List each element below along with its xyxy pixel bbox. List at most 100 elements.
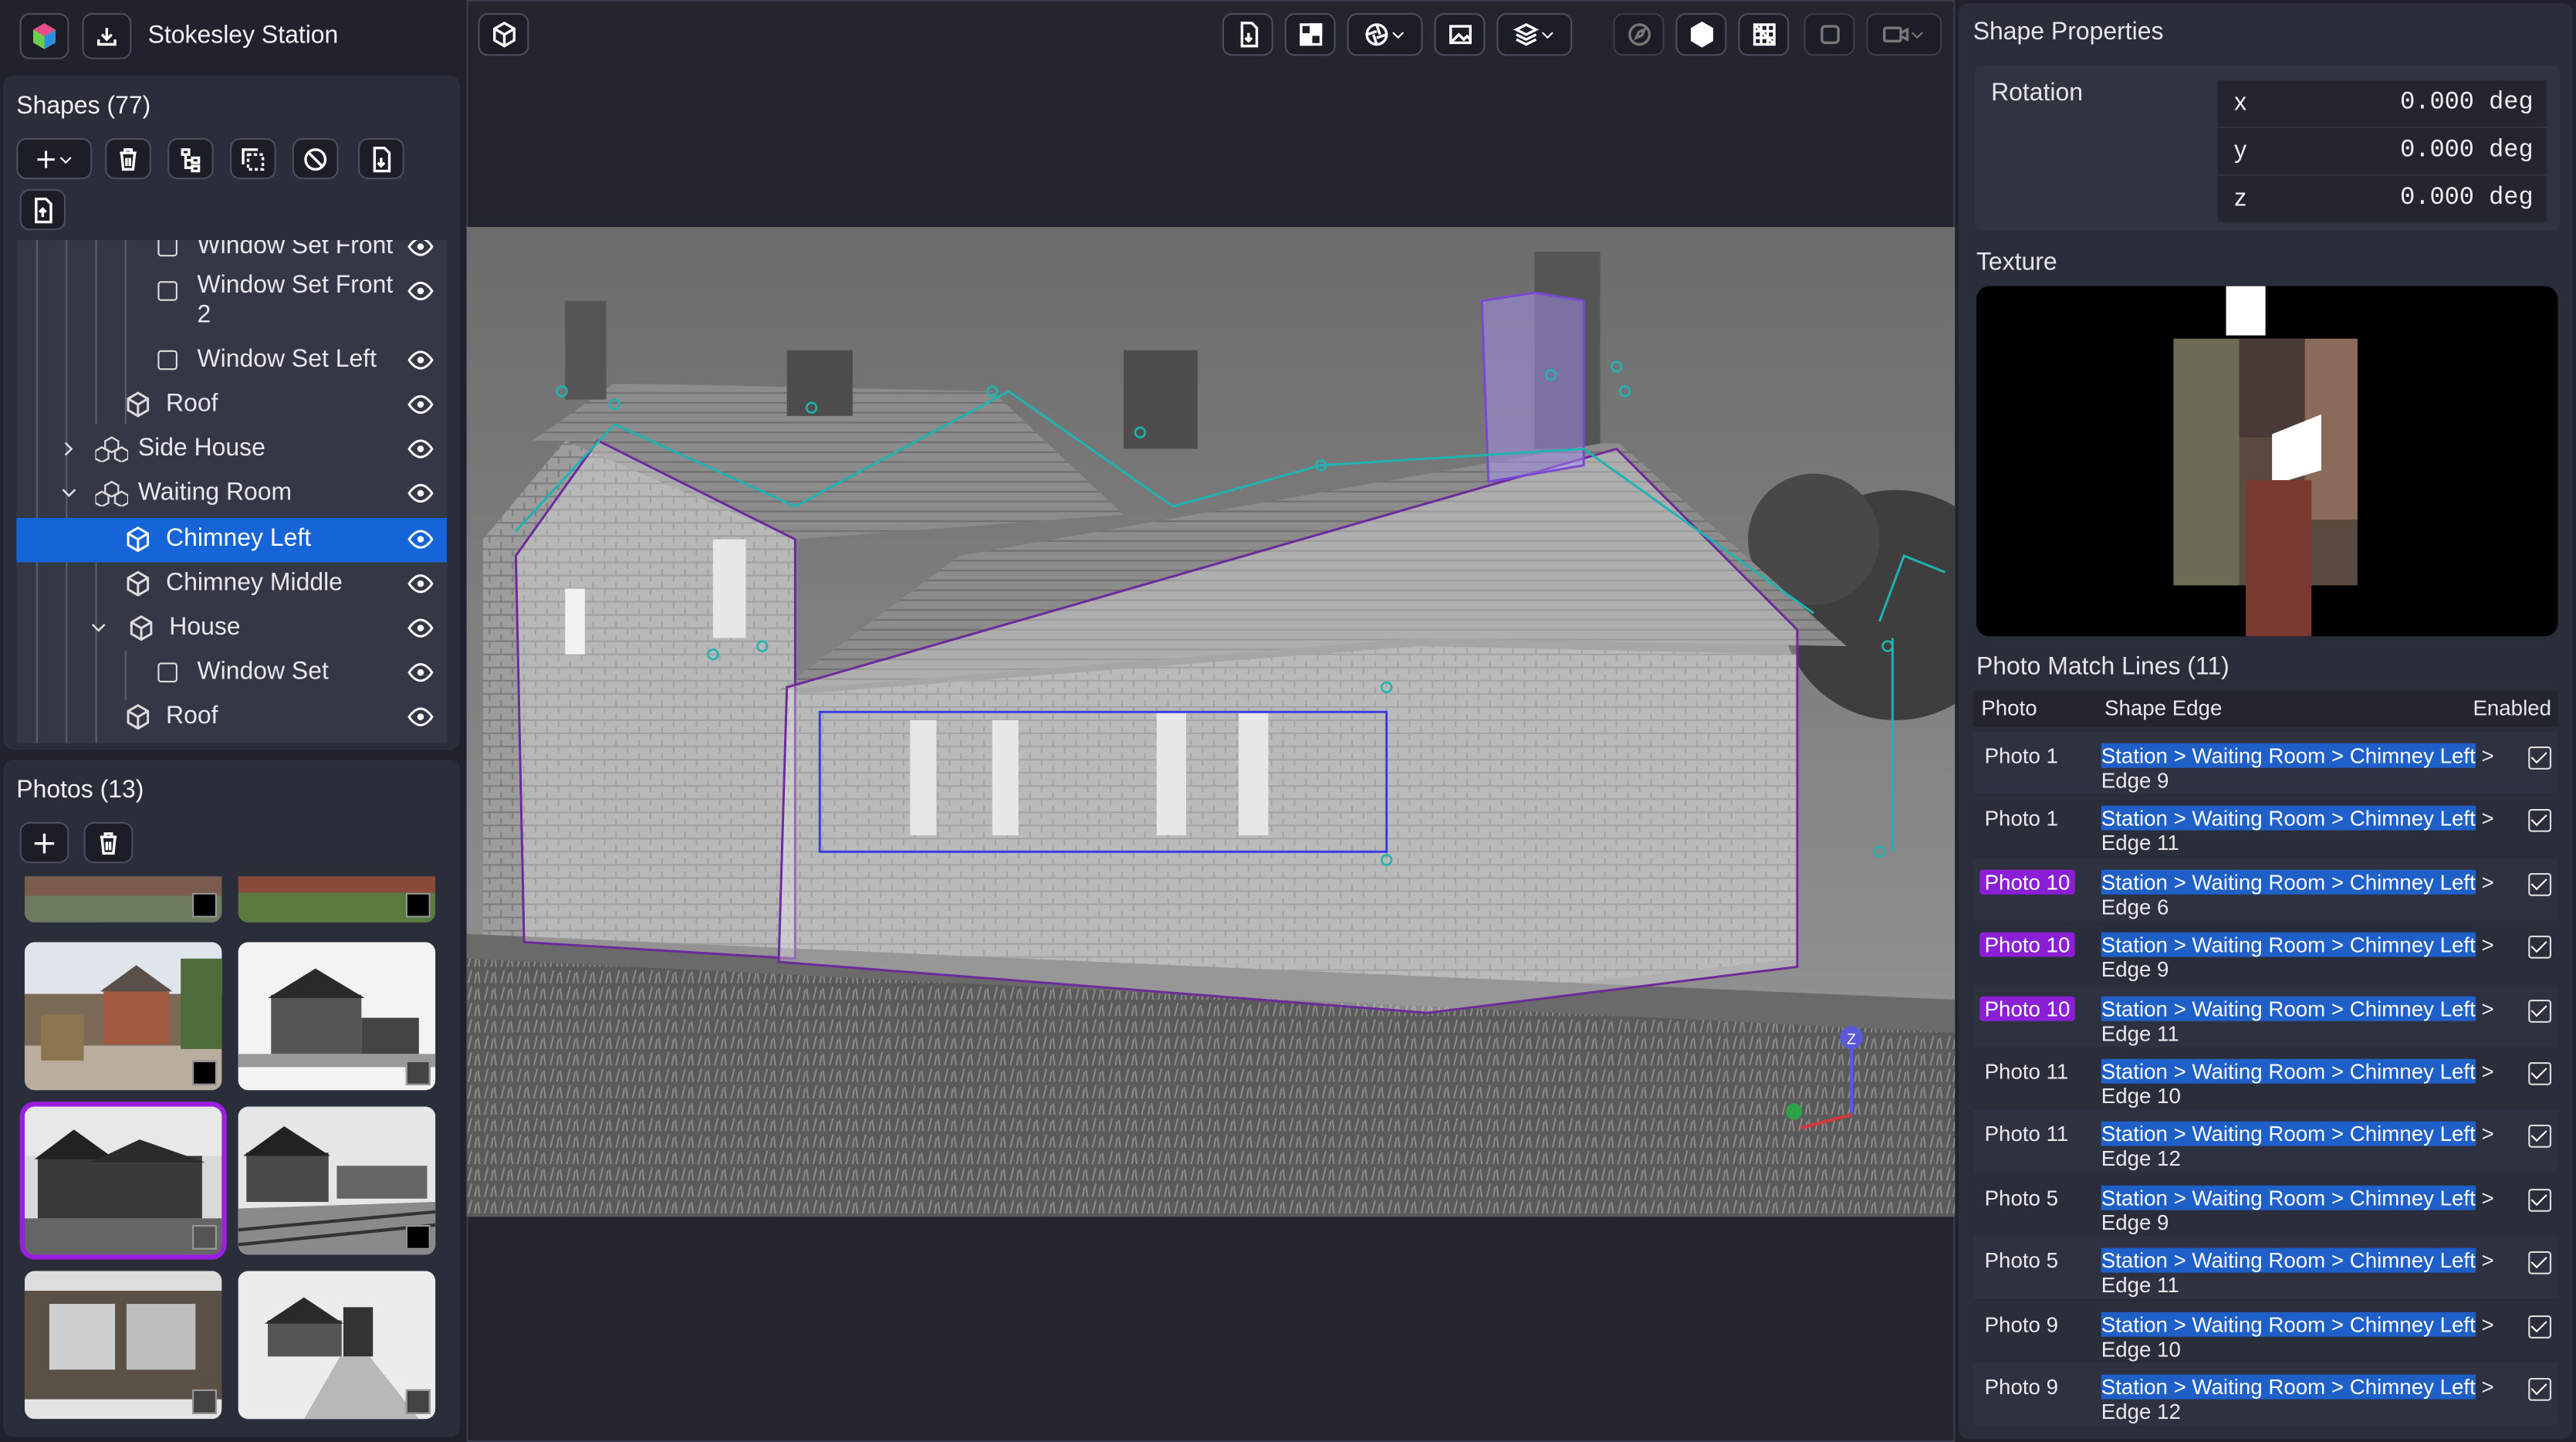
eye-icon[interactable] xyxy=(407,349,434,372)
tree-item-window-set-front[interactable]: Window Set Front xyxy=(16,239,447,269)
pml-photo[interactable]: Photo 10 xyxy=(1979,933,2075,958)
wireframe-view-button[interactable] xyxy=(1738,13,1790,56)
eye-icon[interactable] xyxy=(407,528,434,551)
pml-row[interactable]: Photo 10 Station > Waiting Room > Chimney… xyxy=(1973,984,2558,1047)
pml-row[interactable]: Photo 11 Station > Waiting Room > Chimney… xyxy=(1973,1110,2558,1173)
tree-item-house[interactable]: House xyxy=(16,607,447,652)
pml-photo[interactable]: Photo 11 xyxy=(1979,1122,2074,1146)
rotation-x-field[interactable]: x 0.000 deg xyxy=(2217,80,2547,127)
pml-shape-edge[interactable]: Station > Waiting Room > Chimney Left > E… xyxy=(2101,933,2496,982)
pml-photo[interactable]: Photo 10 xyxy=(1979,995,2075,1021)
pml-row[interactable]: Photo 9 Station > Waiting Room > Chimney … xyxy=(1973,1299,2558,1362)
pml-shape-edge[interactable]: Station > Waiting Room > Chimney Left > E… xyxy=(2101,1248,2496,1298)
pml-shape-edge[interactable]: Station > Waiting Room > Chimney Left > E… xyxy=(2101,1374,2496,1424)
pml-shape-edge[interactable]: Station > Waiting Room > Chimney Left > E… xyxy=(2101,1311,2496,1361)
pml-photo[interactable]: Photo 5 xyxy=(1979,1248,2063,1273)
pml-photo[interactable]: Photo 5 xyxy=(1979,1185,2063,1210)
pml-enabled-checkbox[interactable] xyxy=(2528,1251,2552,1275)
tree-item-waiting-room[interactable]: Waiting Room xyxy=(16,472,447,516)
photo-thumbnail[interactable] xyxy=(24,942,222,1091)
chevron-down-icon[interactable] xyxy=(89,615,109,641)
export-shape-button[interactable] xyxy=(19,188,66,231)
pml-shape-edge[interactable]: Station > Waiting Room > Chimney Left > E… xyxy=(2101,743,2496,793)
duplicate-shape-button[interactable] xyxy=(230,137,276,180)
camera-lens-dropdown[interactable] xyxy=(1347,13,1423,56)
import-shape-button[interactable] xyxy=(358,137,404,180)
tree-item-side-house[interactable]: Side House xyxy=(16,428,447,472)
pml-row[interactable]: Photo 10 Station > Waiting Room > Chimney… xyxy=(1973,858,2558,921)
pml-enabled-checkbox[interactable] xyxy=(2528,999,2552,1022)
pml-shape-edge[interactable]: Station > Waiting Room > Chimney Left > E… xyxy=(2101,995,2496,1045)
rotation-z-field[interactable]: z 0.000 deg xyxy=(2217,175,2547,222)
photo-overlay-button[interactable] xyxy=(1434,13,1486,56)
pml-row[interactable]: Photo 9 Station > Waiting Room > Chimney … xyxy=(1973,1362,2558,1426)
tree-item-roof-2[interactable]: Roof xyxy=(16,696,447,740)
download-project-button[interactable] xyxy=(82,13,132,59)
photo-match-canvas[interactable]: Z xyxy=(466,226,1956,1217)
pml-row[interactable]: Photo 5 Station > Waiting Room > Chimney … xyxy=(1973,1173,2558,1237)
pml-photo[interactable]: Photo 9 xyxy=(1979,1312,2063,1336)
tree-item-roof[interactable]: Roof xyxy=(16,383,447,428)
pml-shape-edge[interactable]: Station > Waiting Room > Chimney Left > E… xyxy=(2101,1185,2496,1234)
tree-item-window-set-left[interactable]: Window Set Left xyxy=(16,339,447,384)
photo-thumbnail[interactable] xyxy=(238,1271,436,1420)
eye-icon[interactable] xyxy=(407,279,434,303)
pml-row[interactable]: Photo 1 Station > Waiting Room > Chimney … xyxy=(1973,794,2558,858)
pml-shape-edge[interactable]: Station > Waiting Room > Chimney Left > E… xyxy=(2101,1122,2496,1171)
eye-icon[interactable] xyxy=(407,661,434,684)
app-logo-button[interactable] xyxy=(19,13,69,59)
pml-row[interactable]: Photo 10 Station > Waiting Room > Chimney… xyxy=(1973,921,2558,984)
rotation-y-field[interactable]: y 0.000 deg xyxy=(2217,128,2547,174)
photo-thumbnail-selected[interactable] xyxy=(19,1102,227,1260)
add-shape-button[interactable] xyxy=(16,137,93,180)
eye-icon[interactable] xyxy=(407,617,434,640)
tree-item-window-set[interactable]: Window Set xyxy=(16,651,447,696)
gizmo-y-handle[interactable] xyxy=(1786,1103,1803,1120)
eye-icon[interactable] xyxy=(407,482,434,505)
layers-dropdown[interactable] xyxy=(1496,13,1573,56)
pml-enabled-checkbox[interactable] xyxy=(2528,746,2552,770)
tree-item-chimney-left[interactable]: Chimney Left xyxy=(16,517,448,563)
pml-enabled-checkbox[interactable] xyxy=(2528,1188,2552,1212)
pml-row[interactable]: Photo 5 Station > Waiting Room > Chimney … xyxy=(1973,1237,2558,1300)
pml-row[interactable]: Photo 1 Station > Waiting Room > Chimney … xyxy=(1973,731,2558,794)
chevron-right-icon[interactable] xyxy=(59,435,79,462)
photo-thumbnail[interactable] xyxy=(24,1271,222,1420)
eye-icon[interactable] xyxy=(407,706,434,729)
chevron-down-icon[interactable] xyxy=(59,480,79,506)
pml-photo[interactable]: Photo 1 xyxy=(1979,807,2063,831)
photo-thumbnail[interactable] xyxy=(238,942,436,1091)
pml-enabled-checkbox[interactable] xyxy=(2528,1377,2552,1401)
view-mode-button[interactable] xyxy=(478,13,529,56)
pml-photo[interactable]: Photo 11 xyxy=(1979,1059,2074,1084)
pml-enabled-checkbox[interactable] xyxy=(2528,1125,2552,1149)
hierarchy-button[interactable] xyxy=(167,137,214,180)
solid-view-button[interactable] xyxy=(1675,13,1727,56)
add-photo-button[interactable] xyxy=(19,822,69,864)
camera-dropdown[interactable] xyxy=(1866,13,1942,56)
pml-photo[interactable]: Photo 10 xyxy=(1979,869,2075,895)
pml-row[interactable]: Photo 11 Station > Waiting Room > Chimney… xyxy=(1973,1047,2558,1110)
pml-enabled-checkbox[interactable] xyxy=(2528,1061,2552,1085)
pml-enabled-checkbox[interactable] xyxy=(2528,872,2552,896)
tree-item-window-set-front-2[interactable]: Window Set Front 2 xyxy=(16,269,447,332)
eye-icon[interactable] xyxy=(407,393,434,416)
frame-button[interactable] xyxy=(1804,13,1855,56)
delete-photo-button[interactable] xyxy=(83,822,134,864)
import-model-button[interactable] xyxy=(1222,13,1273,56)
eye-icon[interactable] xyxy=(407,438,434,461)
pml-enabled-checkbox[interactable] xyxy=(2528,809,2552,833)
photo-thumbnail[interactable] xyxy=(238,1106,436,1255)
pml-shape-edge[interactable]: Station > Waiting Room > Chimney Left > E… xyxy=(2101,1058,2496,1109)
disable-shape-button[interactable] xyxy=(292,137,339,180)
checker-toggle-button[interactable] xyxy=(1284,13,1336,56)
eye-icon[interactable] xyxy=(407,239,434,258)
photo-thumbnail[interactable] xyxy=(238,876,436,922)
photo-thumbnail[interactable] xyxy=(24,876,222,922)
pml-shape-edge[interactable]: Station > Waiting Room > Chimney Left > E… xyxy=(2101,806,2496,855)
tree-item-chimney-middle[interactable]: Chimney Middle xyxy=(16,562,447,607)
pml-photo[interactable]: Photo 9 xyxy=(1979,1375,2063,1400)
pml-photo[interactable]: Photo 1 xyxy=(1979,743,2063,768)
pml-shape-edge[interactable]: Station > Waiting Room > Chimney Left > E… xyxy=(2101,869,2496,919)
compass-button[interactable] xyxy=(1613,13,1665,56)
